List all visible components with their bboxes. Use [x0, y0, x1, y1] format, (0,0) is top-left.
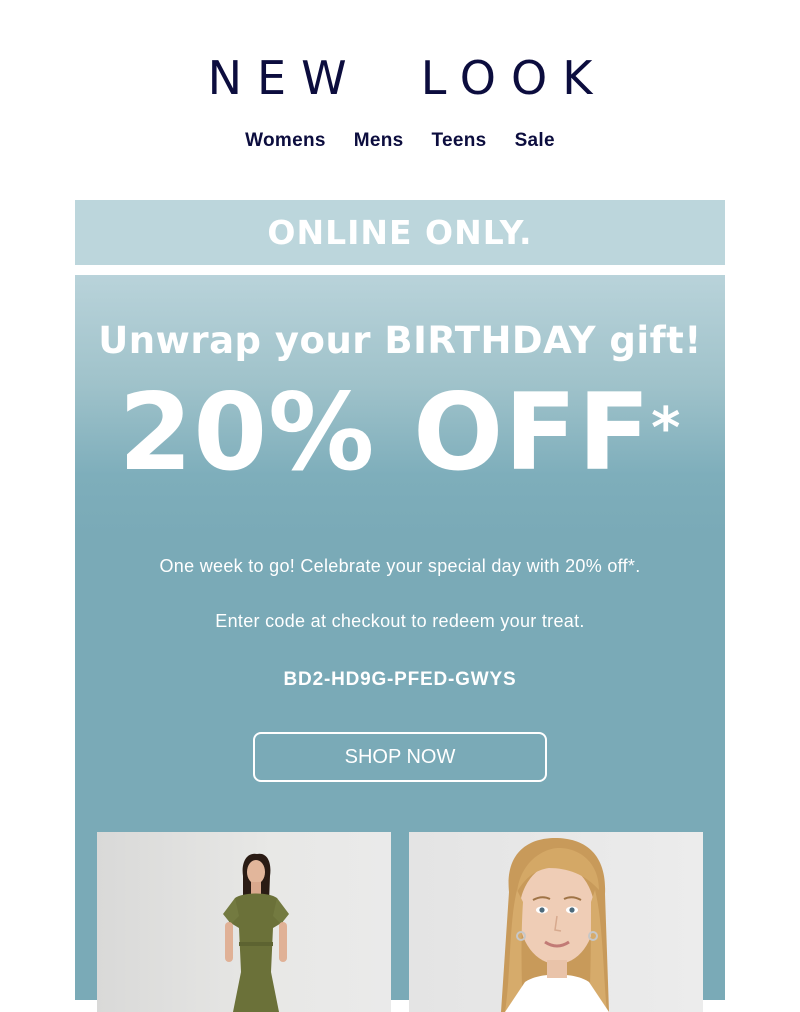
- product-image-olive-dress[interactable]: [97, 832, 391, 1012]
- asterisk-mark: *: [651, 396, 682, 461]
- online-only-text: ONLINE ONLY.: [267, 213, 533, 252]
- hero-discount-headline: 20% OFF*: [75, 373, 725, 493]
- nav-item-mens[interactable]: Mens: [354, 130, 404, 152]
- online-only-banner: ONLINE ONLY.: [75, 200, 725, 265]
- hero-body-line-1: One week to go! Celebrate your special d…: [159, 556, 641, 576]
- product-image-blonde-model[interactable]: [409, 832, 703, 1012]
- nav-item-teens[interactable]: Teens: [432, 130, 487, 152]
- promo-code: BD2-HD9G-PFED-GWYS: [283, 669, 517, 690]
- hero-body-line-2: Enter code at checkout to redeem your tr…: [215, 611, 585, 631]
- main-nav: Womens Mens Teens Sale: [0, 130, 800, 152]
- brand-logo[interactable]: NEW LOOK: [0, 52, 800, 104]
- shop-now-button[interactable]: SHOP NOW: [253, 732, 547, 782]
- blonde-model-photo: [501, 838, 609, 1012]
- hero-subtitle: Unwrap your BIRTHDAY gift!: [98, 319, 702, 362]
- birthday-hero: Unwrap your BIRTHDAY gift! 20% OFF* One …: [75, 275, 725, 1012]
- nav-item-sale[interactable]: Sale: [515, 130, 555, 152]
- nav-item-womens[interactable]: Womens: [245, 130, 326, 152]
- discount-text: 20% OFF: [118, 371, 652, 494]
- olive-dress-photo: [223, 853, 289, 1012]
